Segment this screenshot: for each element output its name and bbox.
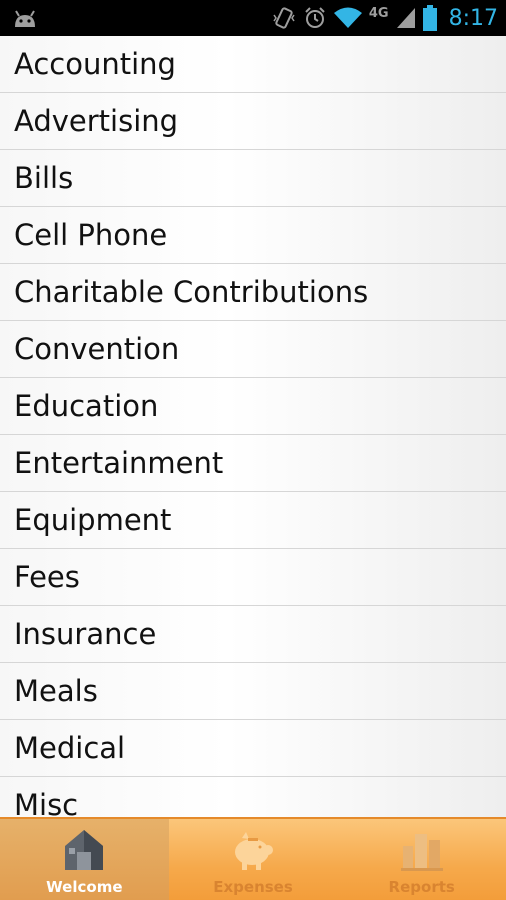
category-label: Medical <box>14 731 126 765</box>
tab-welcome[interactable]: Welcome <box>0 819 169 900</box>
android-icon <box>15 10 35 27</box>
alarm-icon <box>305 7 325 28</box>
network-type-label: 4G <box>368 6 389 21</box>
tab-reports[interactable]: Reports <box>337 819 506 900</box>
bar-chart-icon <box>400 834 443 871</box>
category-label: Fees <box>14 560 80 594</box>
category-list-item[interactable]: Equipment <box>0 492 506 549</box>
category-list-item[interactable]: Fees <box>0 549 506 606</box>
category-label: Charitable Contributions <box>14 275 369 309</box>
battery-icon <box>422 5 437 31</box>
category-list-item[interactable]: Meals <box>0 663 506 720</box>
wifi-icon <box>333 7 362 28</box>
category-list-item[interactable]: Accounting <box>0 36 506 93</box>
category-label: Insurance <box>14 617 157 651</box>
category-list-item[interactable]: Convention <box>0 321 506 378</box>
clock-time: 8:17 <box>448 5 498 31</box>
category-label: Education <box>14 389 159 423</box>
category-list-item[interactable]: Charitable Contributions <box>0 264 506 321</box>
category-list-item[interactable]: Education <box>0 378 506 435</box>
category-label: Misc <box>14 788 79 817</box>
bottom-tab-bar: Welcome Expenses Reports <box>0 817 506 900</box>
tab-label: Expenses <box>213 878 293 896</box>
signal-icon <box>396 8 415 28</box>
category-list[interactable]: Accounting Advertising Bills Cell Phone Char… <box>0 36 506 817</box>
category-label: Cell Phone <box>14 218 168 252</box>
category-label: Meals <box>14 674 98 708</box>
category-label: Bills <box>14 161 74 195</box>
category-list-item[interactable]: Bills <box>0 150 506 207</box>
category-label: Convention <box>14 332 180 366</box>
house-icon <box>65 830 104 870</box>
category-list-item[interactable]: Misc <box>0 777 506 817</box>
vibrate-icon <box>273 7 295 29</box>
category-label: Equipment <box>14 503 172 537</box>
piggy-bank-icon <box>235 832 273 870</box>
category-list-item[interactable]: Medical <box>0 720 506 777</box>
category-label: Entertainment <box>14 446 224 480</box>
tab-label: Welcome <box>46 878 123 896</box>
category-list-item[interactable]: Advertising <box>0 93 506 150</box>
tab-label: Reports <box>388 878 455 896</box>
status-bar: 4G 8:17 <box>0 0 506 36</box>
tab-expenses[interactable]: Expenses <box>169 819 338 900</box>
category-list-item[interactable]: Cell Phone <box>0 207 506 264</box>
category-list-item[interactable]: Entertainment <box>0 435 506 492</box>
category-label: Accounting <box>14 47 176 81</box>
category-list-item[interactable]: Insurance <box>0 606 506 663</box>
category-label: Advertising <box>14 104 179 138</box>
